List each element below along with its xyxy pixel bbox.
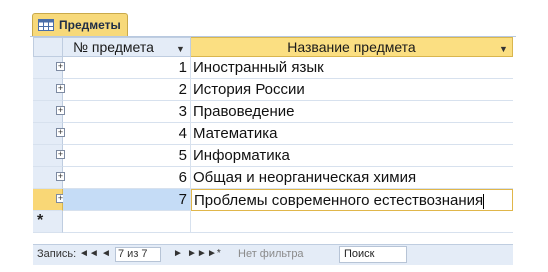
record-navigation-bar: Запись: ◄◄ ◄ 7 из 7 ► ►► ►* Нет фильтра …: [33, 244, 513, 265]
cell-name-text: Проблемы современного естествознания: [194, 192, 484, 209]
table-row[interactable]: + 6 Общая и неорганическая химия: [33, 167, 513, 189]
filter-indicator-button[interactable]: Нет фильтра: [238, 248, 304, 260]
column-header-id[interactable]: № предмета ▼: [63, 37, 191, 57]
table-row[interactable]: + 1 Иностранный язык: [33, 57, 513, 79]
cell-name[interactable]: Информатика: [191, 145, 513, 167]
table-row-current[interactable]: + 7 Проблемы современного естествознания: [33, 189, 513, 211]
text-caret: [483, 193, 485, 209]
cell-name[interactable]: [191, 211, 513, 233]
table-row[interactable]: + 2 История России: [33, 79, 513, 101]
cell-name[interactable]: Общая и неорганическая химия: [191, 167, 513, 189]
table-icon: [38, 19, 54, 31]
cell-id[interactable]: 5: [63, 145, 191, 167]
cell-id[interactable]: 7: [63, 189, 191, 211]
record-label: Запись:: [37, 248, 77, 260]
search-placeholder: Поиск: [344, 248, 375, 260]
tab-title: Предметы: [59, 18, 121, 32]
table-row[interactable]: + 5 Информатика: [33, 145, 513, 167]
cell-id[interactable]: [63, 211, 191, 233]
column-header-row: № предмета ▼ Название предмета ▼: [33, 37, 513, 57]
new-record-button[interactable]: ►*: [207, 248, 221, 259]
dropdown-arrow-icon[interactable]: ▼: [499, 44, 508, 54]
cell-name[interactable]: История России: [191, 79, 513, 101]
new-record-row[interactable]: *: [33, 211, 513, 233]
table-row[interactable]: + 4 Математика: [33, 123, 513, 145]
dropdown-arrow-icon[interactable]: ▼: [176, 44, 185, 54]
last-record-button[interactable]: ►►: [187, 248, 207, 259]
cell-id[interactable]: 1: [63, 57, 191, 79]
cell-id[interactable]: 6: [63, 167, 191, 189]
column-header-label: Название предмета: [287, 39, 416, 55]
cell-name[interactable]: Правоведение: [191, 101, 513, 123]
previous-record-button[interactable]: ◄: [101, 248, 111, 259]
cell-name[interactable]: Иностранный язык: [191, 57, 513, 79]
current-record-text: 7 из 7: [118, 248, 148, 260]
cell-id[interactable]: 4: [63, 123, 191, 145]
next-record-button[interactable]: ►: [173, 248, 183, 259]
new-record-icon: *: [37, 212, 44, 229]
document-tab-bar: Предметы: [30, 12, 516, 37]
cell-id[interactable]: 2: [63, 79, 191, 101]
table-row[interactable]: + 3 Правоведение: [33, 101, 513, 123]
cell-name[interactable]: Математика: [191, 123, 513, 145]
select-all-corner[interactable]: [33, 37, 63, 57]
first-record-button[interactable]: ◄◄: [79, 248, 99, 259]
column-header-label: № предмета: [73, 39, 154, 55]
datasheet-window: Предметы № предмета ▼ Название предмета …: [30, 12, 516, 265]
datasheet-grid: № предмета ▼ Название предмета ▼ + 1 Ино…: [33, 37, 513, 237]
column-header-name[interactable]: Название предмета ▼: [191, 37, 513, 57]
cell-name-editing[interactable]: Проблемы современного естествознания: [191, 189, 513, 211]
tab-predmety[interactable]: Предметы: [32, 13, 128, 36]
cell-id[interactable]: 3: [63, 101, 191, 123]
